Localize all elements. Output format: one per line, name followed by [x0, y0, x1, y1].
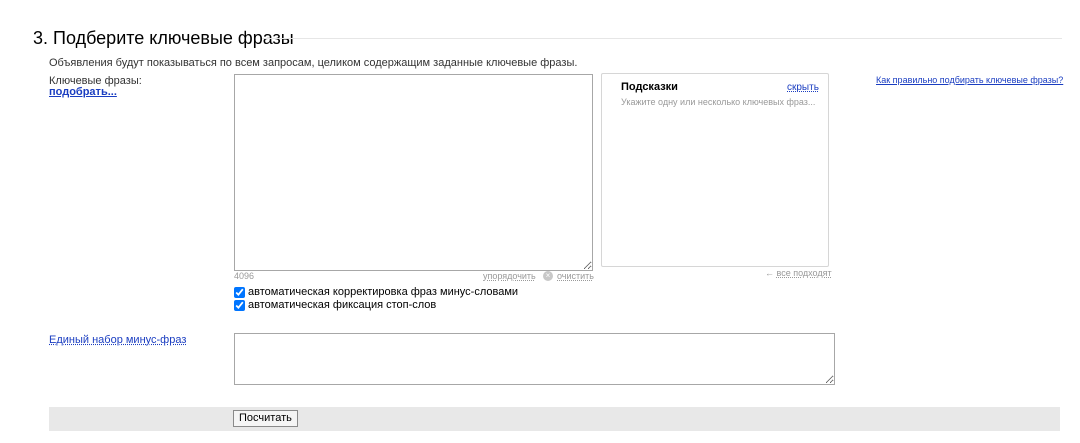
auto-fix-stopwords-checkbox[interactable] [234, 299, 245, 311]
sort-link[interactable]: упорядочить [483, 271, 536, 281]
auto-fix-stopwords-option[interactable]: автоматическая фиксация стоп-слов [234, 299, 436, 311]
auto-correct-option[interactable]: автоматическая корректировка фраз минус-… [234, 286, 518, 298]
auto-correct-checkbox[interactable] [234, 286, 245, 298]
auto-correct-label: автоматическая корректировка фраз минус-… [248, 286, 519, 298]
keywords-textarea[interactable] [234, 74, 593, 271]
hints-placeholder: Укажите одну или несколько ключевых фраз… [621, 97, 816, 107]
clear-link[interactable]: очистить [557, 271, 594, 281]
auto-fix-stopwords-label: автоматическая фиксация стоп-слов [248, 299, 437, 311]
all-fit-link[interactable]: все подходят [777, 268, 832, 278]
hints-hide-link[interactable]: скрыть [787, 82, 819, 93]
hints-title: Подсказки [621, 81, 678, 93]
arrow-left-icon: ← [765, 268, 774, 278]
minus-phrases-textarea[interactable] [234, 333, 835, 385]
title-divider [262, 38, 1062, 39]
minus-phrases-link[interactable]: Единый набор минус-фраз [49, 334, 186, 346]
pick-keywords-link[interactable]: подобрать... [49, 86, 117, 98]
clear-icon[interactable]: × [543, 271, 553, 281]
action-bar [49, 407, 1060, 431]
all-fit-control[interactable]: ← все подходят [765, 268, 832, 278]
char-counter: 4096 [234, 271, 255, 281]
section-description: Объявления будут показываться по всем за… [49, 57, 578, 69]
calculate-button[interactable]: Посчитать [233, 410, 298, 427]
section-title: 3. Подберите ключевые фразы [33, 28, 294, 48]
help-link[interactable]: Как правильно подбирать ключевые фразы? [876, 75, 1063, 85]
